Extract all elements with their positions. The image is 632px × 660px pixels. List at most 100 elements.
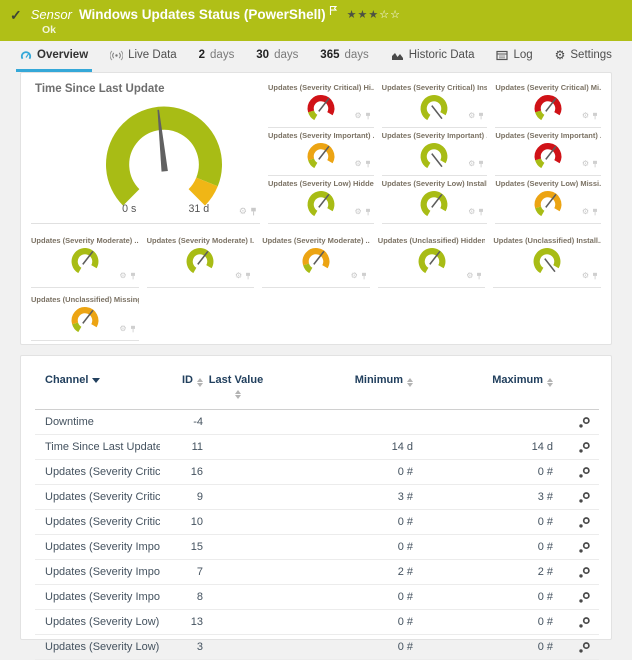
priority-stars[interactable]: ★★★☆☆ <box>347 9 401 20</box>
channel-settings-icon[interactable] <box>578 416 591 429</box>
gear-icon[interactable]: ⚙ <box>468 160 475 168</box>
priority-flag-icon[interactable] <box>329 3 338 21</box>
gear-icon[interactable]: ⚙ <box>582 160 589 168</box>
pin-icon[interactable] <box>478 107 484 125</box>
channel-gauge-tile[interactable]: Updates (Severity Important) ...⚙ <box>268 129 374 176</box>
channel-gauge-tile[interactable]: Updates (Unclassified) Install...⚙ <box>493 234 601 288</box>
table-row: Updates (Severity Critic...100 #0 # <box>35 510 599 535</box>
pin-icon[interactable] <box>476 267 482 285</box>
tab-overview[interactable]: Overview <box>16 41 92 72</box>
channel-gauge-title: Updates (Severity Important) ... <box>495 129 601 140</box>
tab-label: Log <box>513 49 532 61</box>
pin-icon[interactable] <box>130 267 136 285</box>
pin-icon[interactable] <box>130 320 136 338</box>
gear-icon[interactable]: ⚙ <box>354 112 361 120</box>
stars-filled: ★★★ <box>347 8 380 21</box>
column-header-maximum[interactable]: Maximum <box>415 366 555 410</box>
pin-icon[interactable] <box>361 267 367 285</box>
channel-settings-icon[interactable] <box>578 541 591 554</box>
channel-gauge-tile[interactable]: Updates (Severity Low) Missi...⚙ <box>495 177 601 224</box>
tab-bar: Overview Live Data 2 days 30 days 365 da… <box>0 41 632 72</box>
channel-maximum: 2 # <box>415 560 555 585</box>
channel-gauge-tile[interactable]: Updates (Unclassified) Hidden⚙ <box>378 234 486 288</box>
gauges-panel: Time Since Last Update 0 s31 d ⚙ Updates… <box>20 72 612 345</box>
tab-historic-data[interactable]: Historic Data <box>387 41 479 72</box>
column-header-actions <box>555 366 599 410</box>
gear-icon[interactable]: ⚙ <box>239 208 247 217</box>
gear-icon[interactable]: ⚙ <box>354 160 361 168</box>
gear-icon[interactable]: ⚙ <box>582 272 589 280</box>
main-gauge-tile[interactable]: Time Since Last Update 0 s31 d ⚙ <box>31 81 260 224</box>
pin-icon[interactable] <box>250 203 257 221</box>
pin-icon[interactable] <box>478 155 484 173</box>
gear-icon[interactable]: ⚙ <box>582 208 589 216</box>
mini-gauge <box>529 141 567 172</box>
pin-icon[interactable] <box>592 155 598 173</box>
channel-settings-icon[interactable] <box>578 566 591 579</box>
channel-settings-icon[interactable] <box>578 616 591 629</box>
gear-icon[interactable]: ⚙ <box>235 272 242 280</box>
channel-gauge-tile[interactable]: Updates (Severity Critical) Hi...⚙ <box>268 81 374 128</box>
channel-gauge-tile[interactable]: Updates (Severity Moderate) I...⚙ <box>147 234 255 288</box>
channel-name: Updates (Severity Critic... <box>35 510 160 535</box>
column-header-id[interactable]: ID <box>160 366 205 410</box>
channel-settings-icon[interactable] <box>578 516 591 529</box>
mini-gauge <box>66 246 104 277</box>
tab-live-data[interactable]: Live Data <box>106 41 181 72</box>
gear-icon[interactable]: ⚙ <box>354 208 361 216</box>
channel-gauge-title: Updates (Severity Moderate) ... <box>31 234 139 245</box>
channel-maximum: 0 # <box>415 635 555 660</box>
channel-gauge-tile[interactable]: Updates (Severity Important) ...⚙ <box>382 129 488 176</box>
table-row: Updates (Severity Low) ...30 #0 # <box>35 635 599 660</box>
gear-icon[interactable]: ⚙ <box>466 272 473 280</box>
mini-gauge <box>302 93 340 124</box>
pin-icon[interactable] <box>365 155 371 173</box>
channel-gauge-tile[interactable]: Updates (Severity Low) Install...⚙ <box>382 177 488 224</box>
tab-settings[interactable]: ⚙ Settings <box>551 41 616 72</box>
channel-gauge-tile[interactable]: Updates (Severity Critical) Mi...⚙ <box>495 81 601 128</box>
pin-icon[interactable] <box>478 203 484 221</box>
channel-gauge-tile[interactable]: Updates (Severity Moderate) ... ⚙ <box>31 234 139 288</box>
channel-maximum: 0 # <box>415 585 555 610</box>
gear-icon[interactable]: ⚙ <box>468 208 475 216</box>
channel-gauge-tile[interactable]: Updates (Unclassified) Missing⚙ <box>31 293 139 341</box>
gear-icon[interactable]: ⚙ <box>582 112 589 120</box>
tab-label: Historic Data <box>409 49 475 61</box>
channel-settings-cell <box>555 585 599 610</box>
channel-settings-cell <box>555 635 599 660</box>
pin-icon[interactable] <box>365 107 371 125</box>
channel-maximum: 0 # <box>415 610 555 635</box>
sensor-header: ✓ Sensor Windows Updates Status (PowerSh… <box>0 0 632 41</box>
channel-gauge-tile[interactable]: Updates (Severity Low) Hidden ⚙ <box>268 177 374 224</box>
mini-gauge-grid: Updates (Unclassified) Missing⚙ <box>31 293 601 341</box>
tab-365-days[interactable]: 365 days <box>316 41 372 72</box>
gear-icon[interactable]: ⚙ <box>468 112 475 120</box>
channel-settings-icon[interactable] <box>578 491 591 504</box>
channel-settings-icon[interactable] <box>578 591 591 604</box>
channel-gauge-tile[interactable]: Updates (Severity Critical) Ins...⚙ <box>382 81 488 128</box>
tab-30-days[interactable]: 30 days <box>252 41 302 72</box>
pin-icon[interactable] <box>365 203 371 221</box>
pin-icon[interactable] <box>592 267 598 285</box>
channel-gauge-tile[interactable]: Updates (Severity Important) ... ⚙ <box>495 129 601 176</box>
pin-icon[interactable] <box>592 203 598 221</box>
mini-gauge-grid: Updates (Severity Moderate) ...⚙Updates … <box>31 234 601 288</box>
gear-icon[interactable]: ⚙ <box>119 325 126 333</box>
sort-caret-icon <box>92 378 100 383</box>
gear-icon[interactable]: ⚙ <box>351 272 358 280</box>
column-header-channel[interactable]: Channel <box>35 366 160 410</box>
column-header-last-value[interactable]: Last Value <box>205 366 267 410</box>
channel-settings-icon[interactable] <box>578 441 591 454</box>
channel-gauge-title: Updates (Severity Moderate) ... <box>262 234 370 245</box>
tab-log[interactable]: Log <box>492 41 536 72</box>
channel-settings-icon[interactable] <box>578 641 591 654</box>
gear-icon[interactable]: ⚙ <box>119 272 126 280</box>
channel-gauge-title: Updates (Severity Low) Hidden <box>268 177 374 188</box>
pin-icon[interactable] <box>592 107 598 125</box>
channel-settings-icon[interactable] <box>578 466 591 479</box>
channel-gauge-tile[interactable]: Updates (Severity Moderate) ... ⚙ <box>262 234 370 288</box>
tab-2-days[interactable]: 2 days <box>195 41 239 72</box>
channel-id: 8 <box>160 585 205 610</box>
column-header-minimum[interactable]: Minimum <box>267 366 415 410</box>
pin-icon[interactable] <box>245 267 251 285</box>
